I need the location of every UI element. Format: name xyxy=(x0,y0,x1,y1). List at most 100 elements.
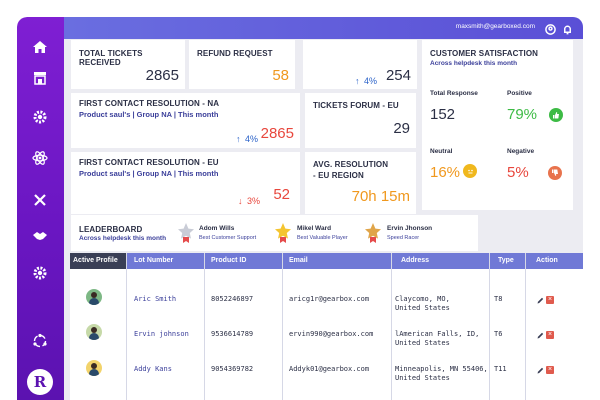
type: T6 xyxy=(494,330,503,338)
top-bar: maxsmith@gearboxed.com xyxy=(64,17,583,39)
fcr-eu-value: 52 xyxy=(273,186,290,203)
avg-resolution-value: 70h 15m xyxy=(351,188,410,205)
header-address[interactable]: Address xyxy=(401,257,429,264)
header-action[interactable]: Action xyxy=(536,257,558,264)
sidebar: R xyxy=(17,17,64,400)
address: lAmerican Falls, ID, United States xyxy=(395,330,490,348)
table-header: Active Profile Lot Number Product ID Ema… xyxy=(70,253,583,269)
total-response-label: Total Response xyxy=(430,90,478,97)
delete-icon[interactable]: × xyxy=(546,296,554,304)
leader-role: Best Valuable Player xyxy=(297,235,348,241)
percent-change: 4% xyxy=(363,76,377,86)
home-icon[interactable] xyxy=(30,37,50,57)
card-avg-resolution: AVG. RESOLUTION - EU REGION 70h 15m xyxy=(305,152,416,214)
header-email[interactable]: Email xyxy=(289,257,308,264)
edit-pencil-icon[interactable] xyxy=(537,332,544,339)
card-title: TOTAL TICKETS RECEIVED xyxy=(79,49,143,67)
neutral-face-icon xyxy=(463,164,477,178)
card-subtitle: Product saul's | Group NA | This month xyxy=(79,110,219,119)
fcr-eu-change: ↓ 3% xyxy=(238,191,260,209)
address-line1: Claycomo, MO, xyxy=(395,295,450,303)
profile-name-link[interactable]: Aric Smith xyxy=(134,295,176,303)
email: ervin990@gearbox.com xyxy=(289,330,374,338)
header-active-profile[interactable]: Active Profile xyxy=(70,253,126,269)
header-type[interactable]: Type xyxy=(498,257,514,264)
profile-name-link[interactable]: Ervin johnson xyxy=(134,330,189,338)
header-product-id[interactable]: Product ID xyxy=(211,257,246,264)
card-title: CUSTOMER SATISFACTION xyxy=(430,49,539,58)
fcr-na-value: 2865 xyxy=(260,125,294,142)
card-subtitle: Product saul's | Group NA | This month xyxy=(79,169,219,178)
address: Claycomo, MO, United States xyxy=(395,295,490,313)
card-first-contact-na: FIRST CONTACT RESOLUTION - NA Product sa… xyxy=(71,93,300,148)
card-title: REFUND REQUEST xyxy=(197,49,273,58)
avatar[interactable] xyxy=(86,360,102,376)
card-title-line1: AVG. RESOLUTION xyxy=(313,160,389,169)
card-refund-request: REFUND REQUEST 58 xyxy=(189,40,295,89)
column-divider xyxy=(282,253,283,400)
avatar[interactable] xyxy=(86,324,102,340)
delete-icon[interactable]: × xyxy=(546,331,554,339)
thumbs-up-icon xyxy=(549,108,563,122)
card-title-line2: - EU REGION xyxy=(313,171,364,180)
card-tickets-forum: TICKETS FORUM - EU 29 xyxy=(305,93,416,148)
type: T11 xyxy=(494,365,507,373)
user-profile-icon[interactable] xyxy=(545,22,556,35)
ticket-trend-value: 254 xyxy=(385,67,411,84)
negative-value: 5% xyxy=(507,164,529,181)
app-frame: R maxsmith@gearboxed.com TOTAL TICKETS R… xyxy=(17,17,583,400)
address-line2: United States xyxy=(395,374,450,382)
brand-logo[interactable]: R xyxy=(27,369,53,395)
column-divider xyxy=(204,253,205,400)
ticket-trend-change: ↑ 4% xyxy=(355,71,377,89)
total-response-value: 152 xyxy=(430,106,456,123)
email: Addyk01@gearbox.com xyxy=(289,365,370,373)
tickets-forum-value: 29 xyxy=(393,120,410,137)
bronze-star-icon xyxy=(365,223,381,243)
share-network-icon[interactable] xyxy=(30,331,50,351)
edit-pencil-icon[interactable] xyxy=(537,297,544,304)
product-id: 9054369782 xyxy=(211,365,254,373)
leader-role: Best Customer Support xyxy=(199,235,257,241)
card-subtitle: Across helpdesk this month xyxy=(430,60,518,67)
user-email[interactable]: maxsmith@gearboxed.com xyxy=(456,23,535,30)
card-customer-satisfaction: CUSTOMER SATISFACTION Across helpdesk th… xyxy=(422,40,573,210)
address-line1: lAmerican Falls, ID, xyxy=(395,330,480,338)
leader-name[interactable]: Adom Wills xyxy=(199,225,234,232)
leader-name[interactable]: Ervin Jhonson xyxy=(387,225,432,232)
tools-icon[interactable] xyxy=(30,190,50,210)
refund-value: 58 xyxy=(272,67,289,84)
atom-icon[interactable] xyxy=(30,148,50,168)
handshake-icon[interactable] xyxy=(30,226,50,246)
avatar[interactable] xyxy=(86,289,102,305)
leader-role: Speed Racer xyxy=(387,235,420,241)
positive-label: Positive xyxy=(507,90,532,97)
card-total-tickets: TOTAL TICKETS RECEIVED 2865 xyxy=(71,40,185,89)
product-id: 8052246897 xyxy=(211,295,254,303)
edit-pencil-icon[interactable] xyxy=(537,367,544,374)
card-title: FIRST CONTACT RESOLUTION - NA xyxy=(79,99,220,108)
notification-bell-icon[interactable] xyxy=(562,22,573,35)
address-line2: United States xyxy=(395,304,450,312)
type: T8 xyxy=(494,295,503,303)
config-gear-icon[interactable] xyxy=(30,263,50,283)
leader-name[interactable]: Mikel Ward xyxy=(297,225,331,232)
positive-value: 79% xyxy=(507,106,538,123)
card-subtitle: Across helpdesk this month xyxy=(79,235,167,242)
address-line2: United States xyxy=(395,339,450,347)
neutral-value: 16% xyxy=(430,164,461,181)
store-icon[interactable] xyxy=(30,68,50,88)
profile-name-link[interactable]: Addy Kans xyxy=(134,365,172,373)
header-lot-number[interactable]: Lot Number xyxy=(134,257,173,264)
neutral-label: Neutral xyxy=(430,148,453,155)
total-tickets-value: 2865 xyxy=(145,67,179,84)
delete-icon[interactable]: × xyxy=(546,366,554,374)
settings-gear-icon[interactable] xyxy=(30,107,50,127)
column-divider xyxy=(525,253,526,400)
thumbs-down-icon xyxy=(548,166,562,180)
card-leaderboard: LEADERBOARD Across helpdesk this month A… xyxy=(71,215,478,251)
column-divider xyxy=(391,253,392,400)
arrow-down-icon: ↓ xyxy=(238,196,243,206)
silver-star-icon xyxy=(178,223,194,243)
fcr-na-change: ↑ 4% xyxy=(236,129,258,147)
